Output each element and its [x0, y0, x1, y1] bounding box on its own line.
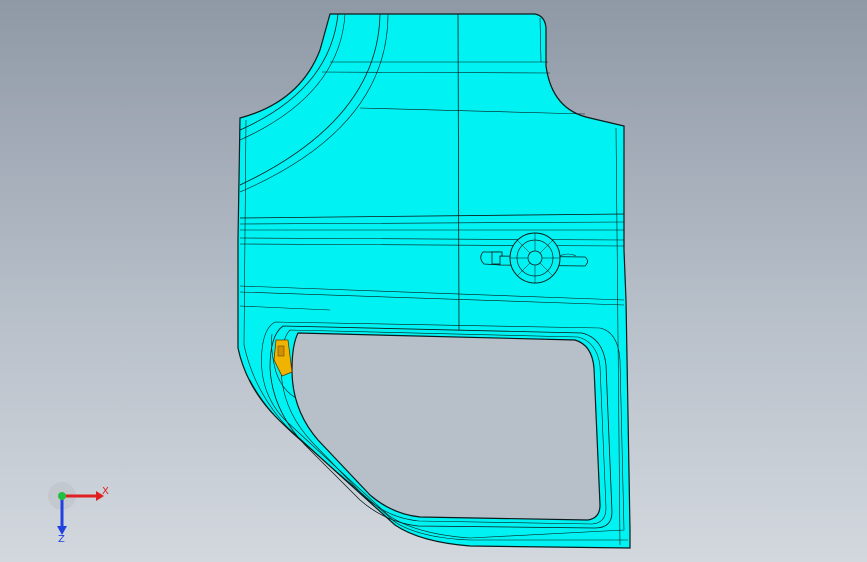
window-cutout: [291, 332, 601, 521]
z-axis-label: Z: [58, 534, 65, 545]
door-panel-model[interactable]: [0, 0, 867, 562]
lock-cylinder[interactable]: [509, 232, 561, 284]
y-axis-dot: [58, 492, 66, 500]
coordinate-triad: X Z: [48, 482, 109, 545]
x-axis-label: X: [102, 486, 109, 497]
graphics-viewport[interactable]: X Z: [0, 0, 867, 562]
